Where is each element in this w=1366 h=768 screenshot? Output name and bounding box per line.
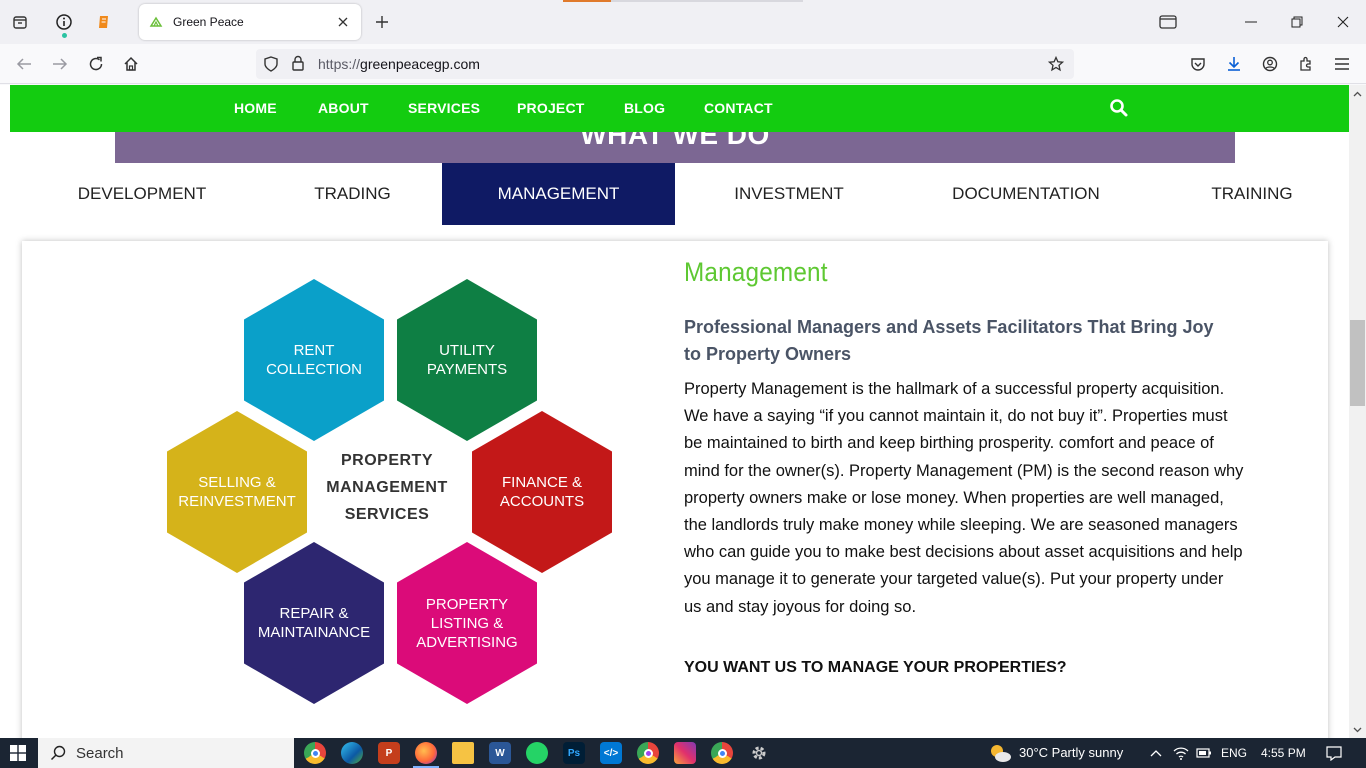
back-arrow-icon[interactable] <box>10 50 38 78</box>
instagram-icon[interactable] <box>674 742 696 764</box>
chrome-alt-icon[interactable] <box>711 742 733 764</box>
powerpoint-icon[interactable]: P <box>378 742 400 764</box>
info-icon[interactable] <box>50 8 78 38</box>
edge-icon[interactable] <box>341 742 363 764</box>
url-domain: greenpeacegp.com <box>360 56 480 72</box>
clock-time[interactable]: 4:55 PM <box>1261 746 1306 760</box>
active-browser-tab[interactable]: Green Peace <box>139 4 361 40</box>
photoshop-icon[interactable]: Ps <box>563 742 585 764</box>
management-card: RENT COLLECTION UTILITY PAYMENTS SELLING… <box>22 241 1328 738</box>
hex-rent-collection: RENT COLLECTION <box>244 279 384 441</box>
file-explorer-icon[interactable] <box>452 742 474 764</box>
close-window-icon[interactable] <box>1320 0 1366 44</box>
greenpeace-favicon-icon <box>149 16 163 27</box>
vscode-icon[interactable]: </> <box>600 742 622 764</box>
site-navigation: HOME ABOUT SERVICES PROJECT BLOG CONTACT <box>10 85 1349 132</box>
center-line-3: SERVICES <box>344 506 430 523</box>
page-scrollbar[interactable] <box>1349 85 1366 738</box>
nav-link-services[interactable]: SERVICES <box>408 100 480 116</box>
minimize-window-icon[interactable] <box>1228 0 1274 44</box>
show-hidden-icons-chevron-icon[interactable] <box>1148 745 1164 761</box>
nav-link-home[interactable]: HOME <box>234 100 277 116</box>
lock-icon[interactable] <box>292 55 304 76</box>
bookmark-star-icon[interactable] <box>1044 52 1068 76</box>
hamburger-menu-icon[interactable] <box>1328 50 1356 78</box>
tab-trading[interactable]: TRADING <box>290 163 415 225</box>
language-indicator[interactable]: ENG <box>1221 746 1247 760</box>
whatsapp-icon[interactable] <box>526 742 548 764</box>
forward-arrow-icon[interactable] <box>46 50 74 78</box>
notifications-icon[interactable] <box>1326 745 1342 761</box>
wifi-icon[interactable] <box>1173 745 1189 761</box>
downloads-icon[interactable] <box>1220 50 1248 78</box>
browser-nav-bar: https://greenpeacegp.com <box>0 44 1366 84</box>
diagram-center-label: PROPERTY MANAGEMENT SERVICES <box>312 447 462 528</box>
nav-link-project[interactable]: PROJECT <box>517 100 585 116</box>
url-text: https://greenpeacegp.com <box>318 56 480 72</box>
battery-icon[interactable] <box>1196 745 1212 761</box>
restore-window-icon[interactable] <box>1274 0 1320 44</box>
windows-taskbar: Search P W Ps </> 30°C Partly sunny ENG … <box>0 738 1366 768</box>
center-line-1: PROPERTY <box>340 452 433 469</box>
settings-icon[interactable] <box>748 742 770 764</box>
content-cta: YOU WANT US TO MANAGE YOUR PROPERTIES? <box>684 658 1067 676</box>
taskbar-search-box[interactable]: Search <box>38 738 294 768</box>
windows-start-icon[interactable] <box>10 745 26 761</box>
taskbar-search-label: Search <box>76 744 124 762</box>
tracking-shield-icon[interactable] <box>264 56 278 77</box>
site-search-icon[interactable] <box>1109 98 1129 118</box>
service-tabs: DEVELOPMENT TRADING MANAGEMENT INVESTMEN… <box>0 163 1349 225</box>
scroll-up-arrow-icon[interactable] <box>1349 85 1366 102</box>
hex-repair-maintainance: REPAIR & MAINTAINANCE <box>244 542 384 704</box>
address-bar[interactable]: https://greenpeacegp.com <box>256 49 1074 79</box>
new-tab-plus-icon[interactable] <box>368 8 396 36</box>
pocket-icon[interactable] <box>1184 50 1212 78</box>
nav-link-contact[interactable]: CONTACT <box>704 100 773 116</box>
home-icon[interactable] <box>117 50 145 78</box>
hex-property-listing: PROPERTY LISTING & ADVERTISING <box>397 542 537 704</box>
tab-management[interactable]: MANAGEMENT <box>442 163 675 225</box>
notification-dot-icon <box>62 33 67 38</box>
weather-text[interactable]: 30°C Partly sunny <box>1019 745 1123 760</box>
weather-partly-sunny-icon[interactable] <box>988 742 1012 764</box>
word-icon[interactable]: W <box>489 742 511 764</box>
page-viewport: HOME ABOUT SERVICES PROJECT BLOG CONTACT… <box>0 85 1349 738</box>
content-heading: Management <box>684 257 828 287</box>
content-subheading: Professional Managers and Assets Facilit… <box>684 317 1214 364</box>
tab-training[interactable]: TRAINING <box>1195 163 1309 225</box>
scrollbar-thumb[interactable] <box>1350 320 1365 406</box>
content-body: Property Management is the hallmark of a… <box>684 380 1244 616</box>
property-management-diagram: RENT COLLECTION UTILITY PAYMENTS SELLING… <box>162 279 622 719</box>
nav-link-blog[interactable]: BLOG <box>624 100 665 116</box>
tab-documentation[interactable]: DOCUMENTATION <box>940 163 1112 225</box>
tab-strip-accent <box>563 0 611 2</box>
tab-title: Green Peace <box>173 15 244 29</box>
tab-development[interactable]: DEVELOPMENT <box>62 163 222 225</box>
scroll-down-arrow-icon[interactable] <box>1349 721 1366 738</box>
taskbar-search-icon <box>50 745 66 761</box>
tab-overview-icon[interactable] <box>1154 8 1182 36</box>
extensions-icon[interactable] <box>1292 50 1320 78</box>
management-content: Management Professional Managers and Ass… <box>684 257 1244 677</box>
reload-icon[interactable] <box>82 50 110 78</box>
firefox-icon[interactable] <box>415 742 437 764</box>
url-prefix: https:// <box>318 56 361 72</box>
tab-investment[interactable]: INVESTMENT <box>715 163 863 225</box>
account-icon[interactable] <box>1256 50 1284 78</box>
nav-link-about[interactable]: ABOUT <box>318 100 369 116</box>
close-tab-icon[interactable] <box>331 10 355 34</box>
hex-utility-payments: UTILITY PAYMENTS <box>397 279 537 441</box>
hex-selling-reinvestment: SELLING & REINVESTMENT <box>167 411 307 573</box>
bookmark-book-icon[interactable] <box>90 8 118 36</box>
center-line-2: MANAGEMENT <box>326 479 448 496</box>
chrome-profile-icon[interactable] <box>637 742 659 764</box>
chrome-icon[interactable] <box>304 742 326 764</box>
browser-tab-strip: Green Peace <box>0 0 1366 44</box>
hex-finance-accounts: FINANCE & ACCOUNTS <box>472 411 612 573</box>
tab-list-icon[interactable] <box>6 8 34 36</box>
tab-strip-divider <box>611 0 803 2</box>
